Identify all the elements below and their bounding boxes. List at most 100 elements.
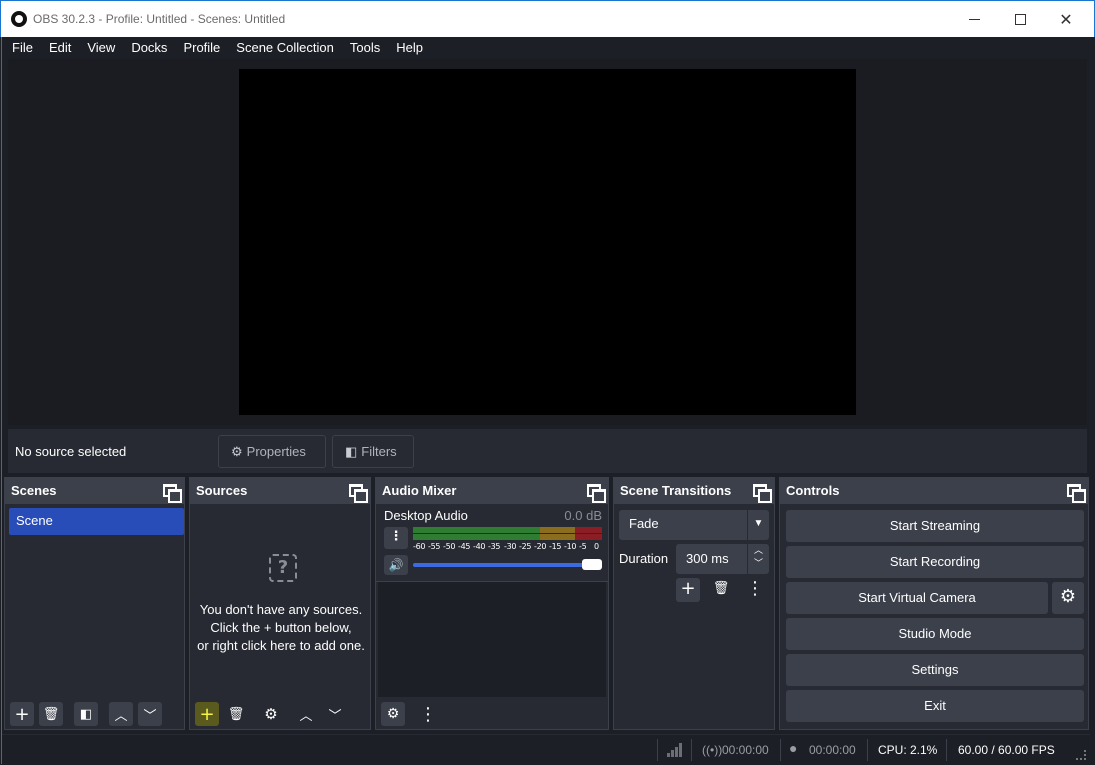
controls-title: Controls (786, 483, 840, 498)
sources-empty-message: You don't have any sources. Click the + … (190, 601, 372, 655)
channel-menu-button[interactable]: ⋮ (384, 527, 408, 549)
maximize-icon (1014, 14, 1026, 25)
record-time: 00:00:00 (809, 743, 856, 757)
scene-filters-button[interactable]: ◧ (74, 702, 98, 726)
remove-source-button[interactable]: 🗑 (224, 702, 248, 726)
meter-tick-label: -50 (443, 542, 456, 551)
chevron-down-icon: ﹀ (328, 708, 342, 724)
transition-menu-button[interactable]: ⋮ (743, 578, 767, 602)
audio-mixer-title: Audio Mixer (382, 483, 457, 498)
properties-button[interactable]: ⚙ Properties (218, 435, 326, 468)
start-recording-button[interactable]: Start Recording (786, 546, 1084, 578)
preview-area[interactable] (8, 59, 1087, 425)
studio-mode-button[interactable]: Studio Mode (786, 618, 1084, 650)
scenes-dock: Scenes Scene + 🗑 ◧ ︿ ﹀ (4, 477, 185, 730)
mixer-menu-button[interactable]: ⋮ (416, 702, 440, 726)
start-virtual-camera-button[interactable]: Start Virtual Camera (786, 582, 1048, 614)
source-status-label: No source selected (15, 444, 127, 459)
virtual-camera-settings-button[interactable]: ⚙ (1052, 582, 1084, 614)
move-source-up-button[interactable]: ︿ (294, 702, 318, 726)
stream-time: 00:00:00 (722, 743, 769, 757)
undock-icon[interactable] (1067, 484, 1086, 503)
menu-scene-collection[interactable]: Scene Collection (228, 37, 342, 58)
meter-yellow (540, 527, 575, 533)
undock-icon[interactable] (349, 484, 368, 503)
close-button[interactable]: ✕ (1043, 1, 1089, 38)
add-scene-button[interactable]: + (10, 702, 34, 726)
volume-meter (413, 527, 602, 541)
minimize-button[interactable] (951, 1, 997, 38)
kebab-icon: ⋮ (389, 529, 403, 544)
duration-spinner[interactable]: ︿ ﹀ (747, 544, 769, 574)
filters-button[interactable]: ◧ Filters (332, 435, 414, 468)
transition-selected: Fade (629, 516, 659, 531)
menu-edit[interactable]: Edit (41, 37, 79, 58)
question-icon: ? (269, 554, 297, 582)
controls-header: Controls (780, 478, 1088, 504)
plus-icon: + (680, 578, 696, 599)
undock-icon[interactable] (587, 484, 606, 503)
audio-mixer-dock: Audio Mixer Desktop Audio 0.0 dB ⋮ -60 -5… (375, 477, 609, 730)
undock-icon[interactable] (753, 484, 772, 503)
meter-yellow (540, 534, 575, 540)
source-properties-button[interactable]: ⚙ (259, 702, 283, 726)
resize-grip-icon[interactable] (1076, 750, 1086, 760)
move-scene-down-button[interactable]: ﹀ (138, 702, 162, 726)
menu-help[interactable]: Help (388, 37, 431, 58)
scenes-dock-header: Scenes (5, 478, 184, 504)
mute-button[interactable]: 🔊 (384, 555, 408, 575)
plus-icon: + (199, 703, 215, 725)
meter-green (413, 527, 540, 533)
scene-list-item[interactable]: Scene (9, 508, 184, 535)
menu-tools[interactable]: Tools (342, 37, 388, 58)
move-scene-up-button[interactable]: ︿ (109, 702, 133, 726)
cpu-usage: CPU: 2.1% (878, 743, 938, 757)
preview-canvas[interactable] (239, 69, 856, 415)
menu-profile[interactable]: Profile (175, 37, 228, 58)
settings-button[interactable]: Settings (786, 654, 1084, 686)
meter-tick-label: -20 (534, 542, 547, 551)
filter-icon: ◧ (345, 443, 358, 459)
audio-channel-name: Desktop Audio (384, 508, 468, 523)
meter-tick-label: -40 (473, 542, 486, 551)
add-transition-button[interactable]: + (676, 578, 700, 602)
remove-transition-button[interactable]: 🗑 (709, 578, 733, 602)
divider (946, 739, 947, 761)
menu-bar: File Edit View Docks Profile Scene Colle… (2, 37, 1090, 58)
audio-mixer-header: Audio Mixer (376, 478, 608, 504)
duration-input[interactable]: 300 ms ︿ ﹀ (676, 544, 769, 574)
meter-tick-label: -10 (564, 542, 577, 551)
start-streaming-button[interactable]: Start Streaming (786, 510, 1084, 542)
volume-slider-track[interactable] (413, 563, 602, 567)
mixer-empty-area (378, 582, 606, 697)
close-icon: ✕ (1059, 10, 1073, 29)
move-source-down-button[interactable]: ﹀ (323, 702, 347, 726)
transitions-header: Scene Transitions (614, 478, 774, 504)
undock-icon[interactable] (163, 484, 182, 503)
scenes-toolbar: + 🗑 ◧ ︿ ﹀ (5, 699, 184, 729)
meter-red (575, 527, 602, 533)
menu-file[interactable]: File (2, 37, 41, 58)
remove-scene-button[interactable]: 🗑 (39, 702, 63, 726)
empty-line: Click the + button below, (210, 620, 352, 635)
exit-button[interactable]: Exit (786, 690, 1084, 722)
divider (867, 739, 868, 761)
transition-select[interactable]: Fade ▼ (619, 510, 769, 540)
meter-tick-label: -55 (428, 542, 441, 551)
maximize-button[interactable] (997, 1, 1043, 38)
stream-icon: ((•)) (702, 743, 723, 757)
meter-tick-label: -15 (549, 542, 562, 551)
gear-icon: ⚙ (231, 443, 243, 459)
menu-view[interactable]: View (79, 37, 123, 58)
speaker-icon: 🔊 (388, 558, 404, 572)
advanced-audio-button[interactable]: ⚙ (381, 702, 405, 726)
minimize-icon (968, 19, 980, 20)
filters-label: Filters (361, 444, 397, 459)
window-titlebar: OBS 30.2.3 - Profile: Untitled - Scenes:… (0, 0, 1095, 37)
kebab-icon: ⋮ (419, 703, 437, 725)
add-source-button[interactable]: + (195, 702, 219, 726)
duration-value: 300 ms (686, 551, 729, 566)
volume-slider-handle[interactable] (582, 559, 602, 570)
menu-docks[interactable]: Docks (123, 37, 175, 58)
audio-mixer-toolbar: ⚙ ⋮ (376, 699, 608, 729)
